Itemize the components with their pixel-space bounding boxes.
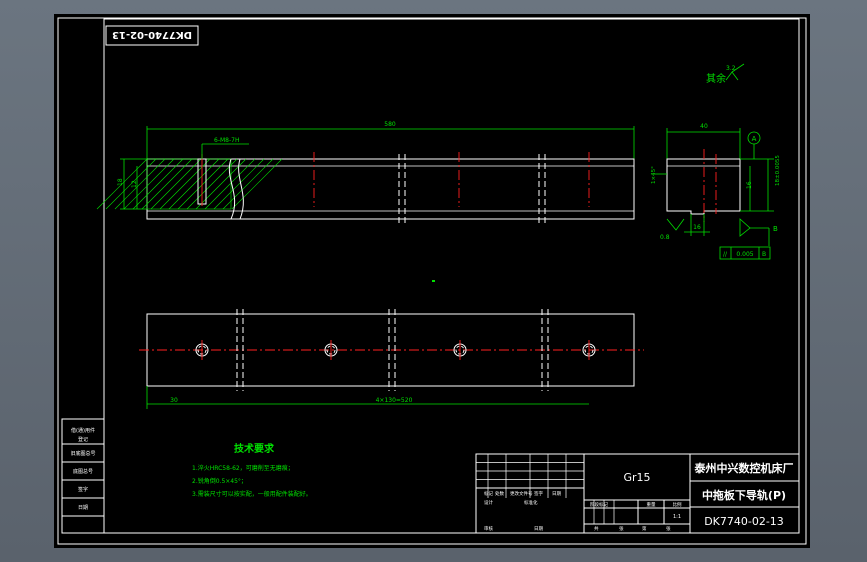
material: Gr15 <box>623 471 650 484</box>
hatched-section <box>96 158 283 210</box>
hatch-line <box>159 158 211 210</box>
engineering-drawing: DK7740-02-13 其余 3.2 580 18 12 6-M8-7H 40… <box>57 17 807 545</box>
stage-label: 比例 <box>673 501 682 508</box>
sub-label: 共 <box>594 525 599 532</box>
sidebar-item: 签字 <box>78 486 88 493</box>
sidebar-item: 底图总号 <box>73 468 93 475</box>
bottom-label: 标准化 <box>524 499 538 506</box>
tolerance-datum: B <box>762 251 766 258</box>
bottom-label: 日期 <box>534 526 543 532</box>
dim-overall-length: 580 <box>384 121 396 128</box>
sub-label: 张 <box>619 525 624 532</box>
dim-height-left: 18 <box>117 178 124 186</box>
tech-req-item-3: 3.需装尺寸可以按实配，一般用配件装配好。 <box>192 490 312 498</box>
roughness-value: 3.2 <box>726 65 736 72</box>
row-label: 标记 <box>484 490 493 497</box>
dim-spacing: 4×130=520 <box>376 397 413 404</box>
dim-height-inner: 12 <box>131 180 138 188</box>
row-label: 日期 <box>552 491 561 497</box>
front-view: 580 18 12 6-M8-7H <box>96 121 635 224</box>
dim-right: 18±0.0055 <box>775 155 781 186</box>
hatch-line <box>150 158 202 210</box>
scale: 1:1 <box>673 514 681 520</box>
hatch-line <box>204 158 256 210</box>
dim-left-chamfer: 1×45° <box>651 166 657 184</box>
tech-req-item-2: 2.锐角倒0.5×45°； <box>192 477 247 485</box>
sidebar-item: 借(通)用件 <box>71 427 95 434</box>
part-name: 中拖板下导轨(P) <box>702 488 786 502</box>
hatch-line <box>132 158 184 210</box>
dim-start: 30 <box>170 397 178 404</box>
hatch-line <box>168 158 220 210</box>
sidebar-item: 旧底图总号 <box>70 450 95 457</box>
thread-callout: 6-M8-7H <box>214 137 239 144</box>
left-sidebar-table: 借(通)用件 登记 旧底图总号 底图总号 签字 日期 <box>61 418 105 534</box>
datum-a: A <box>752 135 757 143</box>
dim-bottom-mid: 16 <box>693 224 701 231</box>
drawing-number-box: DK7740-02-13 <box>105 25 199 46</box>
stage-label: 重量 <box>647 501 656 508</box>
stage-label: 阶段标记 <box>590 501 608 508</box>
dim-right-inner: 16 <box>746 181 753 189</box>
tolerance-value: 0.005 <box>736 251 753 258</box>
row-label: 更改文件号 <box>510 490 533 497</box>
tolerance-symbol: // <box>723 251 728 258</box>
sub-label: 张 <box>666 525 671 532</box>
bottom-label: 审核 <box>484 525 493 532</box>
tech-req-title: 技术要求 <box>234 442 275 455</box>
hatch-line <box>177 158 229 210</box>
drawing-number-upside: DK7740-02-13 <box>112 29 192 40</box>
sidebar-item: 登记 <box>78 436 88 443</box>
row-label: 签字 <box>534 490 543 497</box>
plan-view: 30 4×130=520 <box>139 309 644 409</box>
drawing-code: DK7740-02-13 <box>704 515 784 528</box>
origin-marker <box>432 280 435 282</box>
hatch-line <box>141 158 193 210</box>
sub-label: 第 <box>642 525 647 532</box>
cad-viewport[interactable]: DK7740-02-13 其余 3.2 580 18 12 6-M8-7H 40… <box>54 14 810 548</box>
inner-border <box>103 18 800 534</box>
hatch-line <box>222 158 274 210</box>
dim-bottom-left: 0.8 <box>660 234 670 241</box>
dim-width-top: 40 <box>700 123 708 130</box>
tech-req-item-1: 1.淬火HRC58-62，可磨削至无磨痕； <box>192 464 294 472</box>
roughness-note: 其余 3.2 <box>706 63 745 85</box>
row-label: 处数 <box>495 490 504 497</box>
sidebar-item: 日期 <box>78 505 88 511</box>
roughness-label: 其余 <box>706 72 726 85</box>
datum-b: B <box>773 225 778 233</box>
title-block: 标记 处数 更改文件号 签字 日期 设计 标准化 审核 日期 Gr15 阶段标记… <box>475 453 800 534</box>
hatch-line <box>231 158 283 210</box>
company-name: 泰州中兴数控机床厂 <box>694 461 794 475</box>
section-view: 40 A 18±0.0055 16 1×45° 0.8 16 B // 0.00… <box>651 123 781 260</box>
technical-requirements: 技术要求 1.淬火HRC58-62，可磨削至无磨痕； 2.锐角倒0.5×45°；… <box>192 442 312 498</box>
bottom-label: 设计 <box>484 499 493 506</box>
